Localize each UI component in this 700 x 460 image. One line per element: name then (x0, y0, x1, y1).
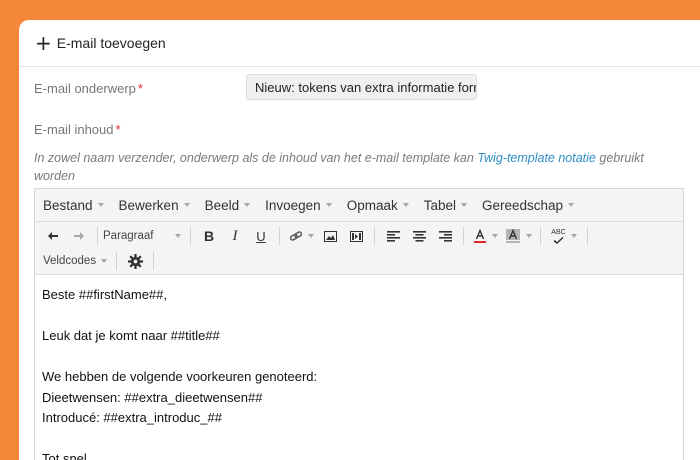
menu-label: Tabel (423, 197, 456, 213)
menu-format[interactable]: Opmaak (347, 198, 409, 213)
plus-icon[interactable]: + (35, 33, 52, 53)
toolbar-divider (279, 227, 280, 245)
format-select-value: Paragraaf (103, 230, 154, 242)
subject-label: E-mail onderwerp (34, 81, 136, 96)
chevron-down-icon (175, 234, 181, 238)
toolbar-divider (97, 227, 98, 245)
chevron-down-icon (570, 234, 577, 238)
editor-line (42, 429, 676, 450)
image-icon (323, 230, 337, 242)
chevron-down-icon (183, 203, 190, 207)
align-right-button[interactable] (434, 225, 456, 247)
undo-button[interactable] (42, 225, 64, 247)
editor-line: Dieetwensen: ##extra_dieetwensen## (42, 389, 263, 405)
editor-line (42, 306, 676, 327)
image-button[interactable] (319, 225, 341, 247)
media-button[interactable] (345, 225, 367, 247)
gear-icon (127, 253, 143, 269)
menu-view[interactable]: Beeld (205, 198, 251, 213)
align-left-icon (386, 230, 400, 242)
chevron-down-icon (491, 234, 498, 238)
link-icon (289, 231, 302, 241)
add-email-panel: + E-mail toevoegen E-mail onderwerp * Ni… (19, 20, 700, 460)
content-label-row: E-mail inhoud * (34, 122, 121, 137)
menu-label: Beeld (204, 197, 240, 213)
toolbar-divider (587, 227, 588, 245)
menu-insert[interactable]: Invoegen (265, 198, 332, 213)
background-color-icon (505, 229, 520, 243)
help-text: In zowel naam verzender, onderwerp als d… (34, 149, 654, 185)
subject-input[interactable]: Nieuw: tokens van extra informatie formu… (246, 74, 477, 100)
undo-icon (48, 232, 58, 240)
chevron-down-icon (525, 234, 532, 238)
toolbar-divider (190, 227, 191, 245)
menu-table[interactable]: Tabel (424, 198, 467, 213)
menu-label: Bestand (43, 197, 93, 213)
content-label: E-mail inhoud (34, 122, 114, 137)
align-center-button[interactable] (408, 225, 430, 247)
redo-icon (74, 232, 84, 240)
chevron-down-icon (101, 259, 108, 263)
menu-label: Opmaak (346, 197, 398, 213)
redo-button[interactable] (68, 225, 90, 247)
link-button[interactable] (287, 225, 315, 247)
menu-tools[interactable]: Gereedschap (482, 197, 575, 213)
menu-label: Invoegen (265, 197, 321, 213)
chevron-down-icon (461, 203, 467, 207)
toolbar-divider (463, 227, 464, 245)
menu-edit[interactable]: Bewerken (119, 198, 190, 213)
bold-button[interactable]: B (198, 225, 220, 247)
rich-text-editor: Bestand Bewerken Beeld Invoegen Opmaak T… (34, 188, 684, 460)
toolbar-divider (116, 252, 118, 270)
chevron-down-icon (568, 203, 575, 207)
spellcheck-icon: ABC (551, 228, 566, 244)
editor-line: Beste ##firstName##, (42, 287, 168, 302)
panel-title: E-mail toevoegen (56, 35, 166, 51)
required-marker: * (115, 122, 121, 137)
text-color-icon (473, 229, 486, 243)
text-color-button[interactable] (471, 225, 499, 247)
twig-notation-link[interactable]: Twig-template notatie (477, 151, 596, 165)
checkmark-icon (553, 236, 564, 244)
chevron-down-icon (402, 203, 409, 207)
toolbar-divider (374, 227, 375, 245)
fieldcodes-dropdown[interactable]: Veldcodes (43, 255, 108, 267)
fieldcodes-label: Veldcodes (43, 255, 97, 267)
italic-button[interactable]: I (224, 225, 246, 247)
video-icon (349, 230, 363, 242)
editor-line: Introducé: ##extra_introduc_## (42, 410, 222, 425)
help-prefix: In zowel naam verzender, onderwerp als d… (34, 151, 478, 165)
menu-label: Gereedschap (482, 197, 564, 213)
chevron-down-icon (97, 203, 104, 207)
format-select[interactable]: Paragraaf (103, 230, 185, 242)
editor-content[interactable]: Beste ##firstName##, Leuk dat je komt na… (35, 275, 683, 460)
editor-line (42, 347, 676, 368)
required-marker: * (137, 81, 143, 96)
align-left-button[interactable] (382, 225, 404, 247)
spellcheck-button[interactable]: ABC (548, 225, 580, 247)
menu-file[interactable]: Bestand (43, 198, 104, 213)
toolbar-row-1: Paragraaf B I U ABC (40, 224, 593, 248)
panel-header: + E-mail toevoegen (19, 20, 700, 67)
align-center-icon (412, 230, 426, 242)
toolbar-row-2: Veldcodes (43, 249, 159, 273)
settings-button[interactable] (124, 250, 146, 272)
underline-button[interactable]: U (250, 225, 272, 247)
toolbar-divider (540, 227, 541, 245)
editor-line: Leuk dat je komt naar ##title## (42, 328, 220, 343)
toolbar-divider (153, 252, 155, 270)
editor-line: Tot snel (42, 451, 87, 460)
chevron-down-icon (307, 234, 314, 238)
chevron-down-icon (325, 203, 332, 207)
background-color-button[interactable] (503, 225, 533, 247)
chevron-down-icon (244, 203, 251, 207)
editor-line: We hebben de volgende voorkeuren genotee… (42, 369, 318, 384)
subject-label-row: E-mail onderwerp * (34, 81, 143, 96)
align-right-icon (438, 230, 452, 242)
editor-menubar: Bestand Bewerken Beeld Invoegen Opmaak T… (35, 189, 683, 222)
menu-label: Bewerken (118, 197, 179, 213)
editor-toolbar: Paragraaf B I U ABC Veldcodes (35, 222, 683, 275)
spellcheck-label: ABC (551, 228, 566, 236)
